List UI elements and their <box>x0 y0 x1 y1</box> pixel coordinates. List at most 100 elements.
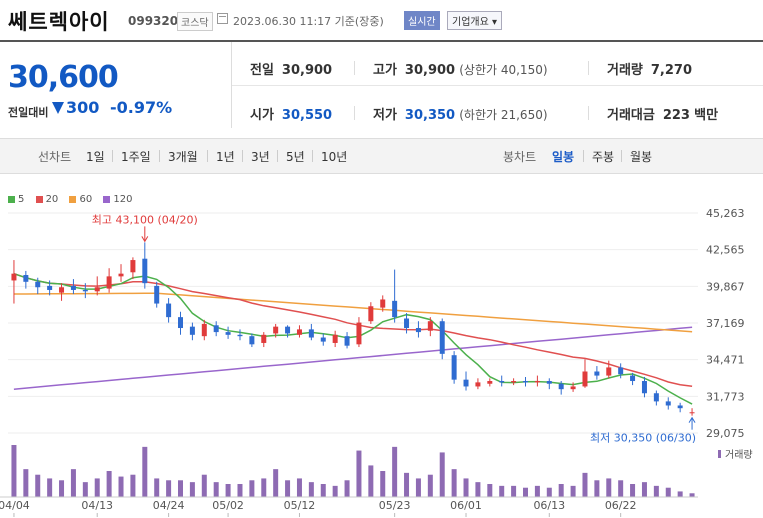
stat-volume: 거래량 7,270 <box>607 59 692 78</box>
price-change-percent: -0.97% <box>110 98 173 117</box>
y-tick-label: 29,075 <box>706 427 745 440</box>
stat-sub: (상한가 40,150) <box>459 63 548 77</box>
candle-body <box>166 303 172 318</box>
tab-daily[interactable]: 일봉 <box>552 148 574 165</box>
volume-bar <box>261 478 267 497</box>
x-tick-label: 06/01 <box>450 499 482 512</box>
volume-bar <box>225 484 231 497</box>
volume-bar <box>499 485 505 497</box>
stats-grid: 전일 30,900 고가 30,900 (상한가 40,150) 거래량 7,270 … <box>232 42 763 128</box>
stock-code: 099320 <box>128 14 179 28</box>
moving-averages <box>13 272 693 405</box>
volume-bar <box>356 450 362 497</box>
candle-body <box>558 383 564 390</box>
candle-body <box>213 325 219 333</box>
volume-bar <box>404 472 410 497</box>
tab-period[interactable]: 1일 <box>86 148 105 165</box>
candle-body <box>570 386 576 390</box>
stat-value: 30,350 <box>404 108 456 123</box>
company-info-label: 기업개요 <box>452 17 489 28</box>
stat-label: 거래대금 <box>607 108 655 123</box>
candle-body <box>475 382 481 387</box>
stat-unit: 백만 <box>694 108 719 123</box>
candle-body <box>499 381 505 383</box>
candle-body <box>523 381 528 383</box>
volume-bar <box>249 480 255 497</box>
x-tick-label: 06/22 <box>605 499 637 512</box>
market-badge: 코스닥 <box>177 12 213 31</box>
candle-body <box>261 334 267 343</box>
candle-body <box>178 317 183 329</box>
volume-bar <box>523 487 528 497</box>
max-annotation: 최고 43,100 (04/20) <box>92 213 198 226</box>
tab-period[interactable]: 5년 <box>286 148 305 165</box>
candle-body <box>487 381 493 384</box>
candle-body <box>665 401 671 406</box>
volume-bar <box>665 487 671 497</box>
divider <box>588 61 589 75</box>
realtime-button[interactable]: 실시간 <box>404 11 440 30</box>
tab-period[interactable]: 10년 <box>321 148 347 165</box>
tab-period[interactable]: 1년 <box>216 148 235 165</box>
tab-period[interactable]: 3년 <box>251 148 270 165</box>
candle-body <box>296 329 302 335</box>
candle-body <box>332 334 338 343</box>
stat-value: 223 <box>662 108 690 123</box>
volume-bar <box>23 469 29 497</box>
tab-period[interactable]: 1주일 <box>121 148 151 165</box>
x-tick-label: 05/23 <box>379 499 411 512</box>
candle-body <box>285 326 291 334</box>
volume-bar <box>368 465 374 497</box>
volume-bar <box>106 471 112 497</box>
volume-bar <box>201 474 207 497</box>
quote-datetime: 2023.06.30 11:17 기준(장중) <box>233 15 384 28</box>
candle-body <box>35 281 41 288</box>
stat-label: 시가 <box>250 108 274 123</box>
stat-value: 7,270 <box>650 63 693 78</box>
volume-bar <box>142 446 148 497</box>
volume-bar <box>427 474 433 497</box>
volume-bars <box>11 445 695 497</box>
candle-body <box>380 299 386 308</box>
price-chart: 45,263 42,565 39,867 37,169 34,471 31,773 29,0… <box>0 207 753 517</box>
candle-body <box>653 393 659 402</box>
divider <box>312 150 313 162</box>
volume-bar <box>320 484 326 497</box>
tab-candle-chart[interactable]: 봉차트 <box>503 148 536 165</box>
volume-bar <box>130 474 136 497</box>
y-tick-label: 42,565 <box>706 244 745 257</box>
candle-body <box>404 318 410 329</box>
down-arrow-icon <box>52 102 64 114</box>
tab-monthly[interactable]: 월봉 <box>630 148 652 165</box>
volume-bar <box>641 482 647 497</box>
volume-bar <box>475 482 481 497</box>
candle-body <box>641 381 647 394</box>
volume-bar <box>189 482 195 497</box>
candle-body <box>606 367 612 376</box>
candle-body <box>308 329 314 338</box>
candle-body <box>344 336 350 346</box>
candle-body <box>11 273 17 281</box>
stat-prev-close: 전일 30,900 <box>250 59 332 78</box>
volume-bar <box>47 478 53 497</box>
volume-label: 거래량 <box>725 449 753 461</box>
candle-body <box>320 337 326 342</box>
stat-label: 전일 <box>250 63 274 78</box>
volume-bar <box>451 469 457 497</box>
volume-bar <box>308 482 314 497</box>
candle-body <box>356 322 362 345</box>
candle-body <box>677 405 683 409</box>
company-info-dropdown[interactable]: 기업개요 ▾ <box>447 11 503 30</box>
candle-body <box>546 381 552 384</box>
calendar-icon <box>217 13 228 24</box>
volume-bar <box>70 469 76 497</box>
chart-grid <box>8 212 698 434</box>
stock-name: 쎄트렉아이 <box>8 10 110 34</box>
volume-bar <box>689 493 695 497</box>
tab-line-chart[interactable]: 선차트 <box>38 148 71 165</box>
candle-body <box>689 412 695 414</box>
divider <box>277 150 278 162</box>
tab-weekly[interactable]: 주봉 <box>592 148 614 165</box>
tab-period[interactable]: 3개월 <box>168 148 198 165</box>
candle-body <box>439 321 445 354</box>
